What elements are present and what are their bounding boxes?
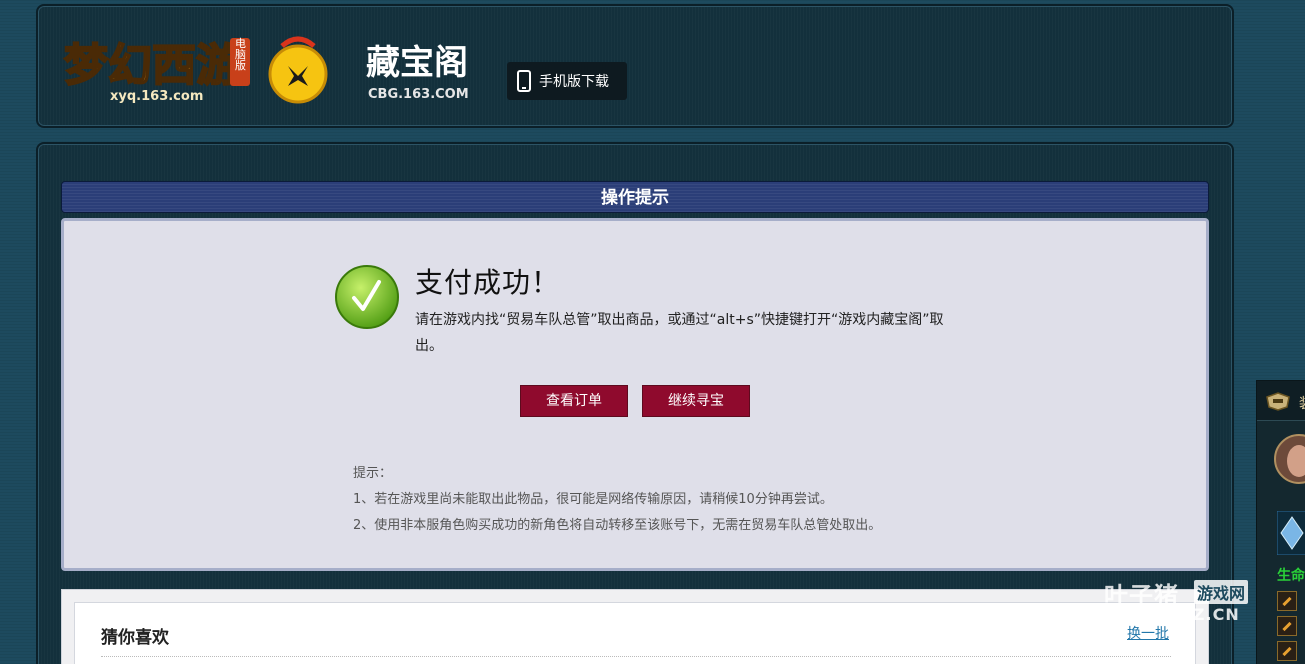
equipment-slot-icon[interactable] (1277, 641, 1297, 661)
success-check-icon (335, 265, 399, 329)
guess-you-like-title: 猜你喜欢 (101, 628, 169, 648)
divider (101, 656, 1171, 657)
success-title: 支付成功！ (415, 266, 561, 299)
tip-item: 1、若在游戏里尚未能取出此物品，很可能是网络传输原因，请稍候10分钟再尝试。 (353, 492, 833, 507)
xyq-logo[interactable]: 梦幻西游 电脑版 xyq.163.com (62, 28, 252, 104)
equipment-slot-icon[interactable] (1277, 616, 1297, 636)
side-panel-title: 装 (1299, 393, 1305, 413)
side-panel-header: 装 (1257, 381, 1305, 421)
continue-shopping-button[interactable]: 继续寻宝 (642, 385, 750, 417)
refresh-batch-link[interactable]: 换一批 (1127, 623, 1169, 643)
cbg-logo-domain: CBG.163.COM (368, 87, 469, 102)
success-description: 请在游戏内找“贸易车队总管”取出商品，或通过“alt+s”快捷键打开“游戏内藏宝… (415, 312, 944, 354)
tips: 提示： 1、若在游戏里尚未能取出此物品，很可能是网络传输原因，请稍候10分钟再尝… (353, 461, 881, 539)
view-order-button[interactable]: 查看订单 (520, 385, 628, 417)
character-avatar[interactable] (1267, 433, 1305, 485)
gem-icon[interactable] (1277, 511, 1305, 555)
tip-item: 2、使用非本服角色购买成功的新角色将自动转移至该账号下，无需在贸易车队总管处取出… (353, 518, 882, 533)
xyq-logo-title: 梦幻西游 (64, 40, 240, 91)
mobile-download-label: 手机版下载 (539, 74, 609, 90)
tips-title: 提示： (353, 466, 393, 481)
operation-title-bar: 操作提示 (61, 181, 1209, 213)
hp-label: 生命 (1277, 568, 1305, 584)
guess-you-like-inner: 猜你喜欢 换一批 (74, 602, 1196, 664)
cbg-logo-title: 藏宝阁 (366, 43, 468, 83)
guess-you-like-box: 猜你喜欢 换一批 (61, 589, 1209, 664)
message-box: 支付成功！ 请在游戏内找“贸易车队总管”取出商品，或通过“alt+s”快捷键打开… (61, 218, 1209, 571)
watermark-url: WWW.YZZ.CN (1106, 605, 1240, 624)
coin-icon (268, 44, 328, 104)
watermark: 叶子猪 游戏网 WWW.YZZ.CN (1104, 576, 1264, 626)
xyq-logo-domain: xyq.163.com (110, 89, 203, 104)
watermark-tag: 游戏网 (1194, 580, 1249, 604)
mobile-download-button[interactable]: 手机版下载 (507, 62, 627, 100)
phone-icon (517, 70, 531, 92)
xyq-logo-badge: 电脑版 (234, 37, 247, 71)
equipment-slot-icon[interactable] (1277, 591, 1297, 611)
helmet-icon (1266, 392, 1290, 411)
cbg-logo[interactable]: 藏宝阁 CBG.163.COM (264, 28, 486, 104)
